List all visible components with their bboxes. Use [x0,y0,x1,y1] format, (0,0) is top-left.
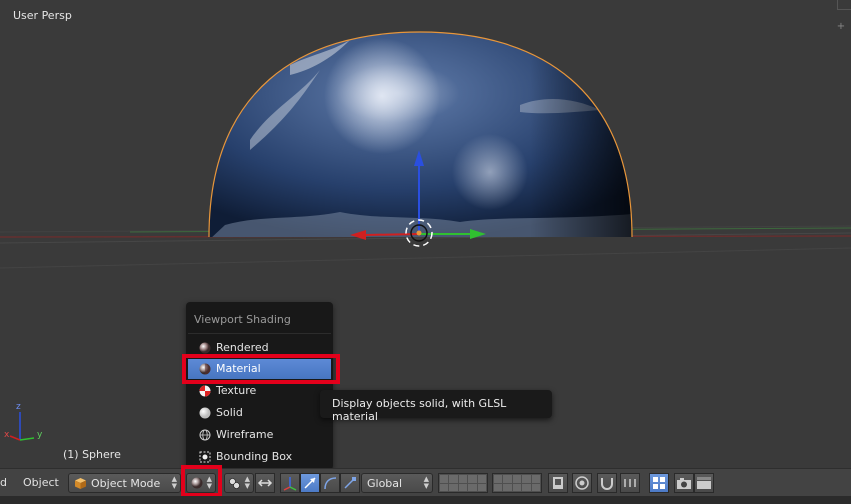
camera-icon [677,478,691,489]
texture-checker-icon [199,385,211,397]
view-mode-label: User Persp [13,9,72,22]
tooltip-text: Display objects solid, with GLSL materia… [332,397,507,423]
menu-item-wireframe[interactable]: Wireframe [188,425,331,445]
snap-element-button[interactable] [620,473,640,493]
orientation-value: Global [367,477,403,490]
wireframe-sphere-icon [199,429,211,441]
layer-grid-1[interactable] [438,473,488,493]
updown-arrows-icon: ▲ ▼ [171,475,177,490]
menu-item-texture[interactable]: Texture [188,381,331,401]
plus-icon[interactable]: + [836,22,846,32]
bounding-box-icon [199,451,211,463]
menu-item-solid[interactable]: Solid [188,403,331,423]
transform-orientation-select[interactable]: Global ▲ ▼ [361,473,433,493]
grid-dots-icon [653,477,665,489]
axis-y-label: y [37,430,43,440]
render-only-toggle[interactable] [649,473,669,493]
menu-item-label: Bounding Box [216,450,293,463]
axis-x-label: x [4,430,10,440]
shading-button-highlight-annotation [181,465,222,497]
scale-tool-button[interactable] [340,473,360,493]
proportional-edit-button[interactable] [572,473,592,493]
axis-z-label: z [16,402,21,412]
menu-highlight-annotation [182,354,340,384]
proportional-circle-icon [575,476,589,490]
snap-increment-icon [624,479,636,487]
timeline-strip [0,496,851,504]
clapperboard-icon [697,477,711,489]
scale-icon [344,477,356,489]
menu-item-label: Texture [216,384,257,397]
layer-lock-icon [553,477,563,489]
menu-item-label: Solid [216,406,243,419]
menu-item-label: Wireframe [216,428,274,441]
menu-divider [188,333,331,334]
axes-icon [283,477,297,491]
3d-view-header: d Object Object Mode ▲ ▼ ▲ ▼ ▲ ▼ Global … [0,468,851,498]
updown-arrows-icon: ▲ ▼ [244,475,250,490]
view-menu-partial[interactable]: d [0,476,7,489]
rotate-arc-icon [324,477,337,490]
object-menu[interactable]: Object [23,476,59,489]
rotate-tool-button[interactable] [320,473,340,493]
menu-title: Viewport Shading [194,313,291,326]
solid-sphere-icon [199,407,211,419]
layer-grid-2[interactable] [492,473,542,493]
tooltip: Display objects solid, with GLSL materia… [320,390,552,423]
active-object-label: (1) Sphere [63,448,121,461]
region-corner[interactable] [837,0,851,10]
mode-select-value: Object Mode [91,477,161,490]
menu-item-label: Rendered [216,341,269,354]
snap-toggle-button[interactable] [597,473,617,493]
mode-select[interactable]: Object Mode ▲ ▼ [68,473,181,493]
translate-tool-button[interactable] [300,473,320,493]
updown-arrows-icon: ▲ ▼ [423,475,429,490]
pivot-point-select[interactable]: ▲ ▼ [224,473,254,493]
rendered-sphere-icon [199,342,211,354]
pivot-point-icon [229,478,240,489]
transform-translate-button[interactable] [280,473,300,493]
menu-item-bounding-box[interactable]: Bounding Box [188,447,331,467]
object-cube-icon [75,478,86,489]
viewport-shading-menu: Viewport Shading Rendered Material Textu… [186,302,333,470]
lock-camera-button[interactable] [548,473,568,493]
translate-arrow-icon [304,477,316,489]
opengl-render-animation-button[interactable] [694,473,714,493]
opengl-render-image-button[interactable] [674,473,694,493]
magnet-icon [601,478,613,490]
manipulator-toggle[interactable] [255,473,275,493]
manipulator-icon [257,479,273,487]
